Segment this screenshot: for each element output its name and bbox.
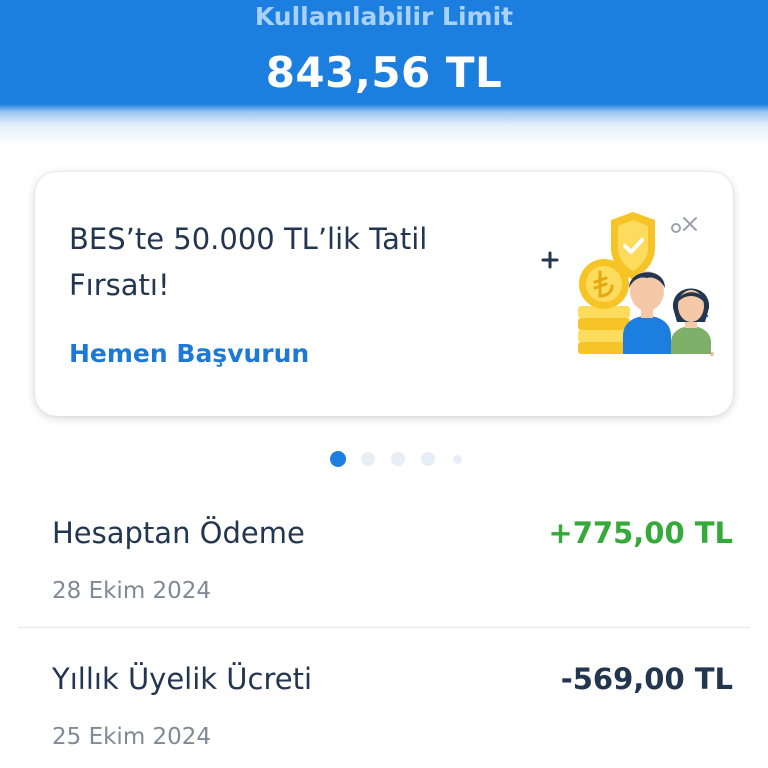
- available-limit-amount: 843,56 TL: [265, 48, 503, 97]
- carousel-dot-1[interactable]: [330, 451, 346, 467]
- transaction-date: 28 Ekim 2024: [52, 578, 212, 604]
- transaction-row[interactable]: Hesaptan Ödeme +775,00 TL 28 Ekim 2024: [0, 500, 768, 620]
- transaction-amount: +775,00 TL: [548, 516, 733, 550]
- transaction-amount: -569,00 TL: [560, 662, 733, 696]
- transaction-title: Yıllık Üyelik Ücreti: [52, 662, 313, 696]
- transaction-title: Hesaptan Ödeme: [52, 516, 305, 550]
- carousel-dot-2[interactable]: [361, 452, 375, 466]
- limit-header: Kullanılabilir Limit 843,56 TL: [0, 0, 768, 145]
- family-icon: [623, 271, 711, 354]
- promo-title: BES’te 50.000 TL’lik Tatil Fırsatı!: [69, 222, 428, 302]
- carousel-dot-3[interactable]: [391, 452, 405, 466]
- carousel-dot-5[interactable]: [453, 455, 462, 464]
- promo-illustration: [541, 212, 714, 356]
- coin-stack-icon: [578, 259, 630, 354]
- transaction-row[interactable]: Yıllık Üyelik Ücreti -569,00 TL 25 Ekim …: [0, 646, 768, 768]
- promo-banner-card[interactable]: BES’te 50.000 TL’lik Tatil Fırsatı! Heme…: [35, 172, 733, 416]
- carousel-dot-4[interactable]: [421, 452, 435, 466]
- transaction-date: 25 Ekim 2024: [52, 724, 212, 750]
- available-limit-label: Kullanılabilir Limit: [254, 2, 514, 31]
- divider: [18, 627, 750, 628]
- apply-now-link[interactable]: Hemen Başvurun: [69, 339, 309, 368]
